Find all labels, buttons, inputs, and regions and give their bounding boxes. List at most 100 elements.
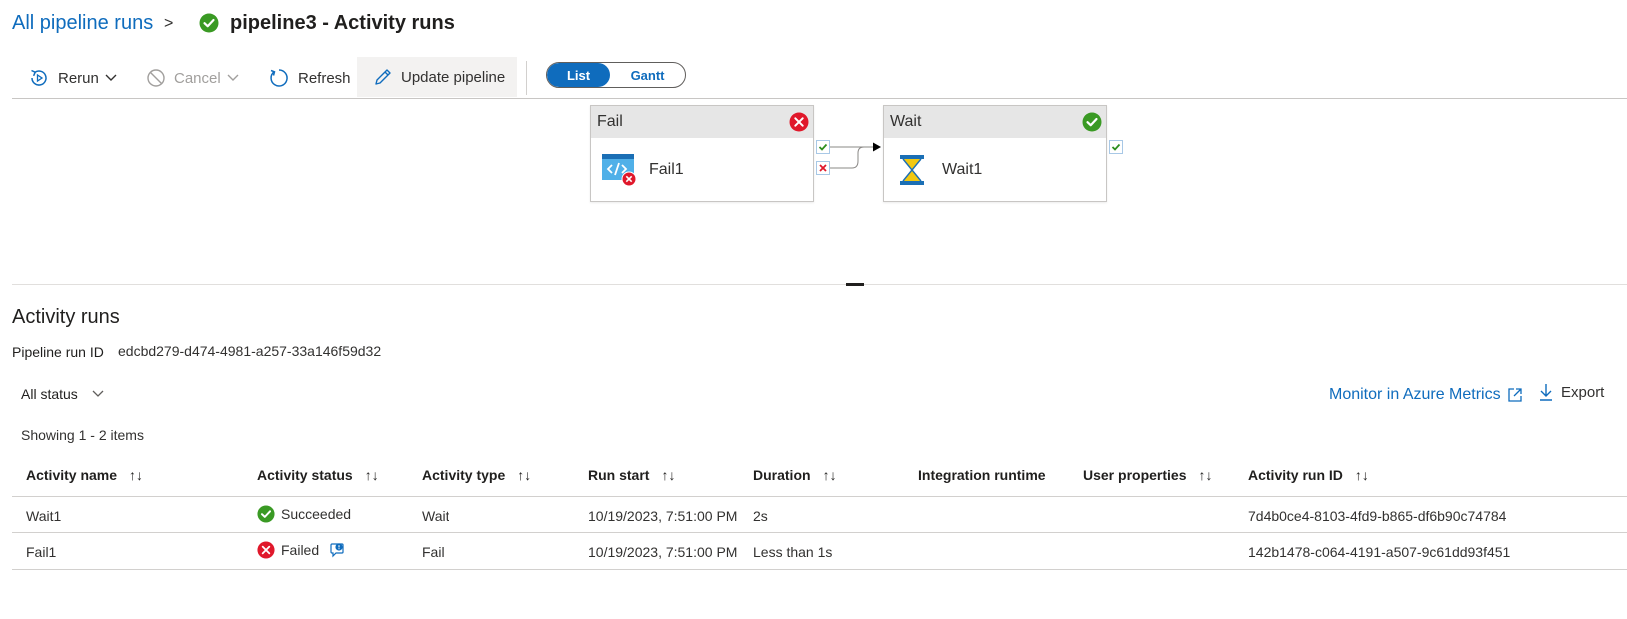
activity-name: Wait1 xyxy=(942,160,983,178)
status-text: Succeeded xyxy=(281,506,352,522)
activity-body: Wait1 xyxy=(884,138,1106,201)
sort-arrows-icon[interactable]: ↑↓ xyxy=(517,467,531,483)
sort-arrows-icon[interactable]: ↑↓ xyxy=(823,467,837,483)
table-header-divider xyxy=(12,496,1627,497)
activity-runs-title: Activity runs xyxy=(12,306,120,328)
cell-activity-status: Succeeded xyxy=(257,505,351,523)
succeeded-check-icon xyxy=(199,13,219,33)
refresh-label: Refresh xyxy=(298,69,351,87)
succeeded-status-icon xyxy=(257,505,275,523)
succeeded-status-icon xyxy=(1082,112,1102,132)
sort-arrows-icon[interactable]: ↑↓ xyxy=(661,467,675,483)
view-toggle: List Gantt xyxy=(546,62,686,88)
column-label: Activity run ID xyxy=(1248,467,1343,483)
breadcrumb-separator: > xyxy=(164,15,174,32)
error-details-icon[interactable] xyxy=(329,542,345,558)
x-icon xyxy=(819,164,827,172)
pipeline-run-id-label: Pipeline run ID xyxy=(12,344,104,360)
success-output-port[interactable] xyxy=(816,140,830,154)
rerun-icon xyxy=(31,69,47,86)
cell-run-start: 10/19/2023, 7:51:00 PM xyxy=(588,544,738,560)
activity-body: Fail1 xyxy=(591,138,813,201)
column-header-activity-type[interactable]: Activity type ↑↓ xyxy=(422,467,531,483)
activity-header: Fail xyxy=(591,106,813,138)
refresh-button[interactable]: Refresh xyxy=(268,60,351,96)
column-header-activity-status[interactable]: Activity status ↑↓ xyxy=(257,467,379,483)
activity-node-fail[interactable]: Fail Fail1 xyxy=(590,105,814,202)
dependency-connector xyxy=(830,142,881,169)
column-label: Activity status xyxy=(257,467,353,483)
cell-activity-status: Failed xyxy=(257,541,351,559)
check-icon xyxy=(818,143,828,151)
export-label: Export xyxy=(1561,383,1605,401)
cell-activity-name[interactable]: Fail1 xyxy=(26,544,56,560)
column-header-integration-runtime: Integration runtime xyxy=(918,467,1046,483)
cell-duration: 2s xyxy=(753,508,768,524)
column-label: Activity name xyxy=(26,467,118,483)
update-pipeline-label: Update pipeline xyxy=(401,68,506,86)
chevron-down-icon xyxy=(92,390,104,397)
toolbar-divider xyxy=(526,61,527,95)
sort-arrows-icon[interactable]: ↑↓ xyxy=(365,467,379,483)
fail-activity-icon xyxy=(602,153,637,186)
cancel-icon xyxy=(147,69,165,87)
column-header-activity-name[interactable]: Activity name ↑↓ xyxy=(26,467,143,483)
export-button[interactable]: Export xyxy=(1539,383,1604,401)
rerun-button[interactable]: Rerun xyxy=(28,60,125,96)
column-header-user-properties[interactable]: User properties ↑↓ xyxy=(1083,467,1212,483)
sort-arrows-icon[interactable]: ↑↓ xyxy=(129,467,143,483)
activity-name: Fail1 xyxy=(649,160,684,178)
cancel-button[interactable]: Cancel xyxy=(146,60,247,96)
hourglass-icon xyxy=(900,154,924,185)
rerun-label: Rerun xyxy=(58,69,99,87)
activity-type-label: Wait xyxy=(890,113,922,130)
download-icon xyxy=(1540,384,1552,401)
toggle-list[interactable]: List xyxy=(547,63,611,87)
update-pipeline-button[interactable]: Update pipeline xyxy=(357,57,517,97)
cell-activity-run-id: 142b1478-c064-4191-a507-9c61dd93f451 xyxy=(1248,544,1511,560)
row-divider xyxy=(12,532,1627,533)
column-label: Duration xyxy=(753,467,811,483)
page-title: pipeline3 - Activity runs xyxy=(230,12,455,34)
cell-activity-type: Wait xyxy=(422,508,450,524)
cell-activity-run-id: 7d4b0ce4-8103-4fd9-b865-df6b90c74784 xyxy=(1248,508,1507,524)
pipeline-run-id-value: edcbd279-d474-4981-a257-33a146f59d32 xyxy=(118,343,382,359)
status-filter-label: All status xyxy=(21,386,78,402)
failure-output-port[interactable] xyxy=(816,161,830,175)
chevron-down-icon xyxy=(105,74,117,81)
activity-node-wait[interactable]: Wait Wait1 xyxy=(883,105,1107,202)
column-label: Run start xyxy=(588,467,650,483)
splitter-handle[interactable] xyxy=(846,283,864,286)
status-filter-dropdown[interactable]: All status xyxy=(21,386,104,402)
sort-arrows-icon[interactable]: ↑↓ xyxy=(1198,467,1212,483)
success-output-port[interactable] xyxy=(1109,140,1123,154)
column-header-duration[interactable]: Duration ↑↓ xyxy=(753,467,837,483)
cell-activity-name[interactable]: Wait1 xyxy=(26,508,61,524)
check-icon xyxy=(1111,143,1121,151)
failed-status-icon xyxy=(789,112,809,132)
monitor-azure-metrics-link[interactable]: Monitor in Azure Metrics xyxy=(1329,386,1523,404)
column-label: Integration runtime xyxy=(918,467,1046,483)
monitor-link-label: Monitor in Azure Metrics xyxy=(1329,386,1501,403)
cell-run-start: 10/19/2023, 7:51:00 PM xyxy=(588,508,738,524)
chevron-down-icon xyxy=(227,74,239,81)
row-divider xyxy=(12,569,1627,570)
activity-type-label: Fail xyxy=(597,113,623,130)
column-label: Activity type xyxy=(422,467,506,483)
breadcrumb-all-pipeline-runs[interactable]: All pipeline runs xyxy=(12,12,153,35)
toggle-gantt[interactable]: Gantt xyxy=(610,63,685,87)
activity-header: Wait xyxy=(884,106,1106,138)
pencil-icon xyxy=(375,69,391,85)
cell-activity-type: Fail xyxy=(422,544,445,560)
toolbar-separator xyxy=(12,98,1627,99)
pane-separator xyxy=(12,284,1627,285)
sort-arrows-icon[interactable]: ↑↓ xyxy=(1355,467,1369,483)
items-count: Showing 1 - 2 items xyxy=(21,427,144,443)
column-header-activity-run-id[interactable]: Activity run ID ↑↓ xyxy=(1248,467,1369,483)
column-label: User properties xyxy=(1083,467,1187,483)
column-header-run-start[interactable]: Run start ↑↓ xyxy=(588,467,675,483)
cancel-label: Cancel xyxy=(174,69,221,87)
refresh-icon xyxy=(270,69,288,87)
cell-duration: Less than 1s xyxy=(753,544,833,560)
failed-status-icon xyxy=(257,541,275,559)
